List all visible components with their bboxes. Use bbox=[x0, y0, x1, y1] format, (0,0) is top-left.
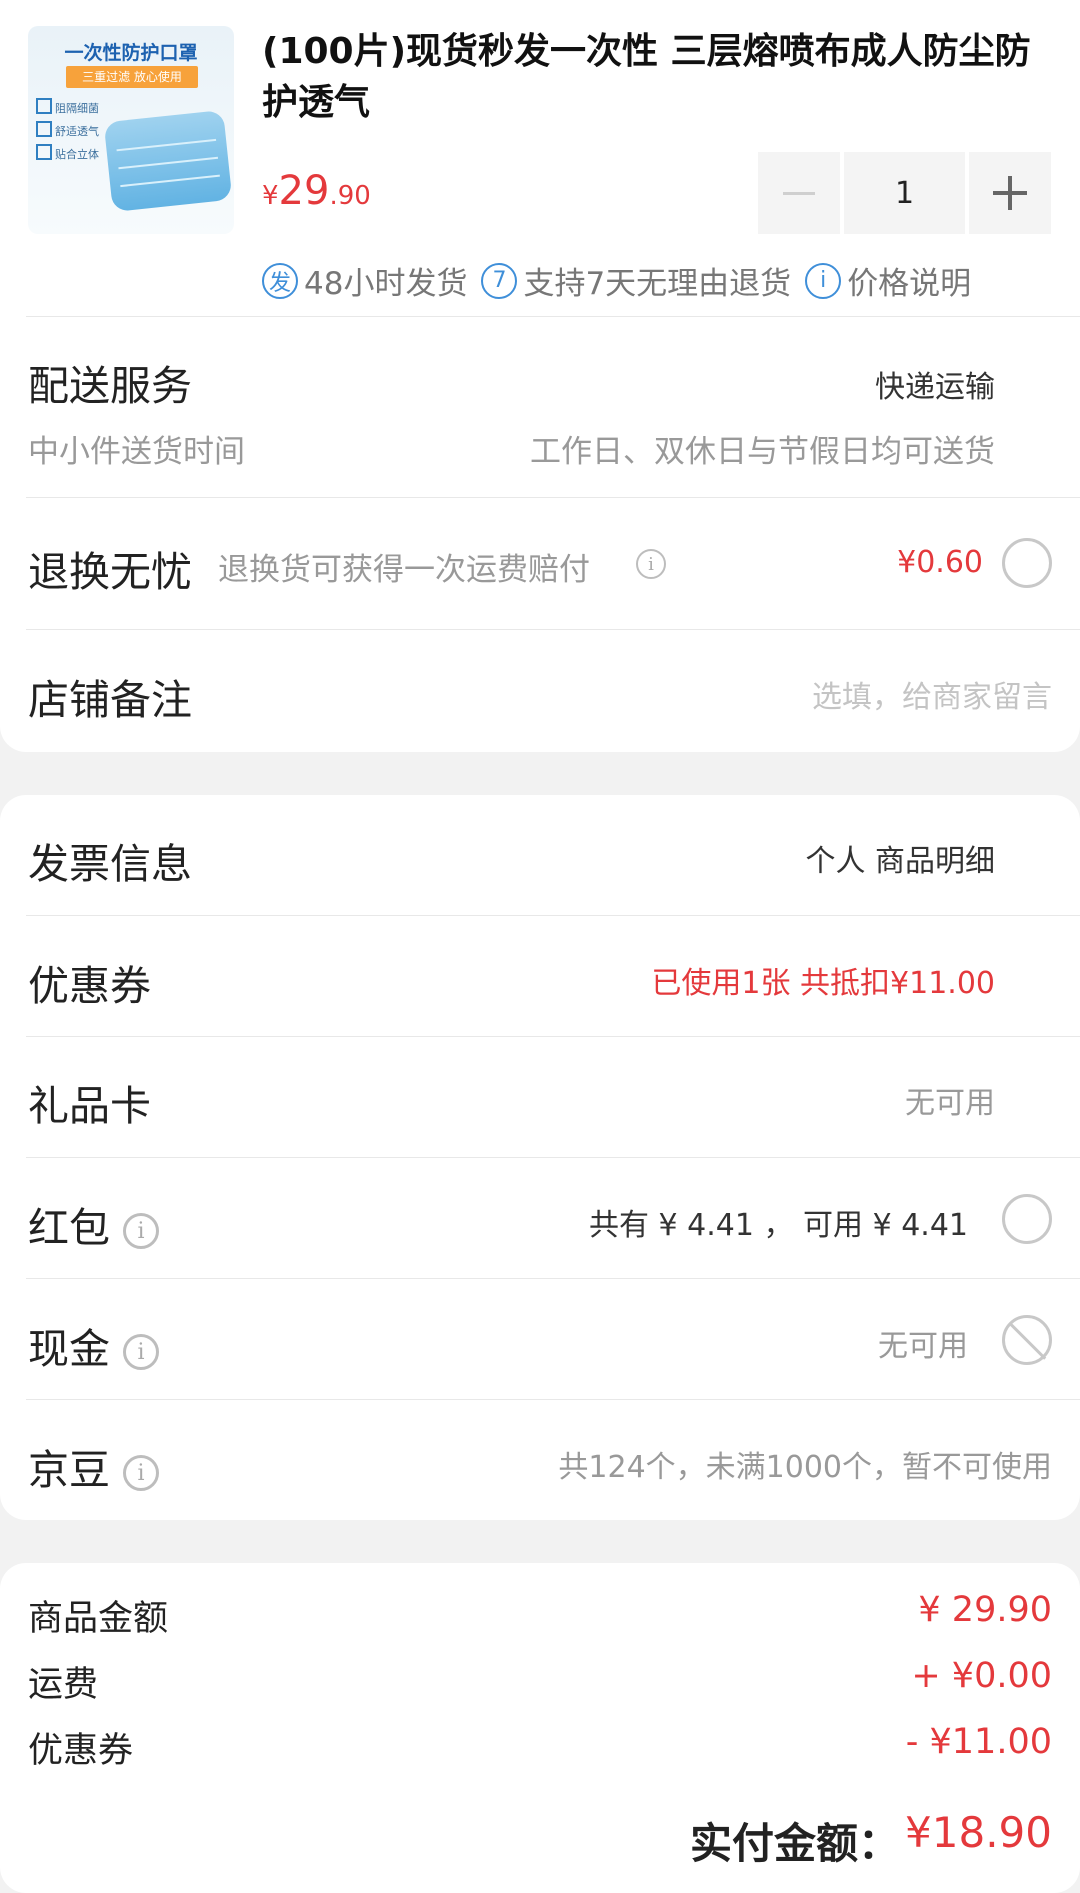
invoice-value: 个人 商品明细 bbox=[805, 844, 995, 879]
tag-label: 支持7天无理由退货 bbox=[523, 266, 792, 302]
tag-label: 48小时发货 bbox=[304, 266, 468, 302]
checkbox-icon bbox=[36, 98, 52, 114]
plus-icon bbox=[993, 176, 1027, 210]
delivery-label: 配送服务 bbox=[28, 362, 192, 410]
checkbox-icon bbox=[36, 121, 52, 137]
store-note-input[interactable]: 选填，给商家留言 bbox=[812, 672, 1052, 716]
product-price: ¥29.90 bbox=[262, 168, 371, 214]
goods-amount-value: ¥ 29.90 bbox=[918, 1590, 1052, 1630]
info-icon[interactable]: i bbox=[123, 1213, 160, 1249]
goods-amount-label: 商品金额 bbox=[28, 1599, 169, 1639]
gift-card-value: 无可用 bbox=[905, 1086, 995, 1121]
return-insurance-price: ¥0.60 bbox=[897, 545, 983, 580]
info-icon[interactable]: i bbox=[636, 549, 666, 579]
checkbox-icon bbox=[36, 144, 52, 160]
delivery-method: 快递运输 bbox=[875, 370, 995, 405]
divider bbox=[26, 1157, 1080, 1158]
invoice-label: 发票信息 bbox=[28, 840, 192, 888]
price-currency: ¥ bbox=[262, 181, 279, 211]
tag-shipping: 发 48小时发货 bbox=[262, 258, 467, 303]
red-packet-radio[interactable] bbox=[1002, 1194, 1052, 1244]
price-decimal: .90 bbox=[329, 181, 371, 211]
shipping-fee-label: 运费 bbox=[28, 1665, 99, 1705]
gift-card-label: 礼品卡 bbox=[28, 1082, 151, 1130]
product-image-title: 一次性防护口罩 bbox=[64, 42, 198, 64]
divider bbox=[26, 915, 1080, 916]
total-label: 实付金额： bbox=[690, 1819, 901, 1868]
product-image-feature: 舒适透气 bbox=[36, 121, 99, 139]
decrease-button[interactable] bbox=[758, 152, 840, 234]
jingdou-label: 京豆 i bbox=[28, 1436, 160, 1496]
return-insurance-desc: 退换货可获得一次运费赔付 bbox=[218, 552, 590, 588]
quantity-stepper: 1 bbox=[758, 152, 1053, 234]
mask-illustration bbox=[103, 109, 233, 213]
product-title[interactable]: (100片)现货秒发一次性 三层熔喷布成人防尘防护透气 bbox=[262, 26, 1052, 128]
coupon-value: 已使用1张 共抵扣¥11.00 bbox=[651, 966, 995, 1001]
increase-button[interactable] bbox=[969, 152, 1051, 234]
delivery-time-value: 工作日、双休日与节假日均可送货 bbox=[530, 434, 995, 470]
delivery-time-label: 中小件送货时间 bbox=[28, 434, 245, 470]
minus-icon bbox=[783, 191, 815, 195]
divider bbox=[26, 1399, 1080, 1400]
divider bbox=[26, 629, 1080, 630]
price-integer: 29 bbox=[278, 168, 330, 214]
total-value: ¥18.90 bbox=[905, 1808, 1052, 1857]
info-icon[interactable]: i bbox=[123, 1455, 160, 1491]
divider bbox=[26, 1036, 1080, 1037]
return-insurance-radio[interactable] bbox=[1002, 538, 1052, 588]
cash-value: 无可用 bbox=[878, 1329, 968, 1364]
divider bbox=[26, 1278, 1080, 1279]
tag-return: 7 支持7天无理由退货 bbox=[481, 258, 791, 303]
product-image[interactable]: 一次性防护口罩 三重过滤 放心使用 阻隔细菌 舒适透气 贴合立体 bbox=[28, 26, 234, 234]
coupon-label: 优惠券 bbox=[28, 962, 151, 1010]
red-packet-value: 共有 ¥ 4.41 ， 可用 ¥ 4.41 bbox=[589, 1208, 968, 1243]
tag-label: 价格说明 bbox=[847, 266, 972, 302]
product-image-feature: 贴合立体 bbox=[36, 144, 99, 162]
shipping-fee-value: + ¥0.00 bbox=[911, 1656, 1052, 1696]
info-icon: i bbox=[805, 262, 842, 299]
shipping-badge-icon: 发 bbox=[262, 262, 298, 299]
info-icon[interactable]: i bbox=[123, 1334, 160, 1370]
divider bbox=[26, 497, 1080, 498]
return-insurance-label: 退换无忧 bbox=[28, 548, 192, 596]
coupon-discount-label: 优惠券 bbox=[28, 1731, 134, 1771]
product-image-feature: 阻隔细菌 bbox=[36, 98, 99, 116]
quantity-input[interactable]: 1 bbox=[844, 152, 965, 234]
disabled-icon bbox=[1002, 1315, 1052, 1365]
divider bbox=[26, 316, 1080, 317]
red-packet-label: 红包 i bbox=[28, 1194, 160, 1254]
service-tags: 发 48小时发货 7 支持7天无理由退货 i 价格说明 bbox=[262, 258, 985, 303]
seven-day-icon: 7 bbox=[481, 262, 518, 299]
product-image-banner: 三重过滤 放心使用 bbox=[66, 66, 198, 88]
jingdou-value: 共124个，未满1000个，暂不可使用 bbox=[558, 1450, 1052, 1485]
coupon-discount-value: - ¥11.00 bbox=[905, 1722, 1052, 1762]
store-note-label: 店铺备注 bbox=[28, 676, 192, 724]
tag-price-explanation[interactable]: i 价格说明 bbox=[805, 258, 971, 303]
cash-label: 现金 i bbox=[28, 1315, 160, 1375]
